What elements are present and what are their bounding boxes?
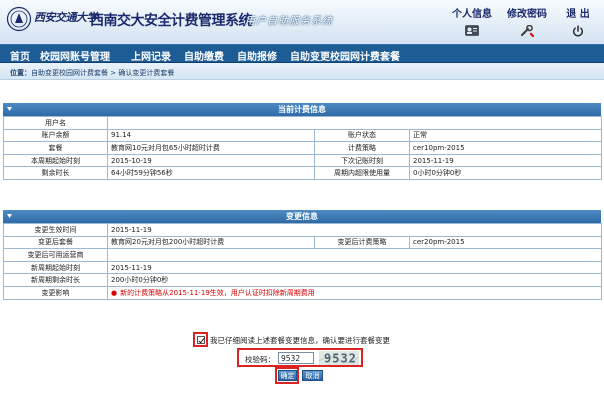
- field-value-username: [106, 116, 603, 130]
- field-value-remaining-time: 64小时59分钟56秒: [107, 166, 315, 180]
- nav-item-account[interactable]: 校园网账号管理: [40, 48, 110, 63]
- agree-row: 我已仔细阅读上述套餐变更信息，确认要进行套餐变更: [193, 332, 408, 347]
- nav-item-repair[interactable]: 自助报修: [237, 48, 277, 63]
- field-label: 周期内超限使用量: [314, 166, 410, 180]
- field-label: 变更后可用运营商: [3, 248, 108, 262]
- nav-item-payment[interactable]: 自助缴费: [184, 48, 224, 63]
- change-password-label: 修改密码: [507, 9, 547, 20]
- breadcrumb-path: 自助变更校园网计费套餐 > 确认变更计费套餐: [31, 69, 175, 77]
- table-row: 账户余额 91.14 账户状态 正常: [3, 128, 603, 143]
- table-row: 新周期起始时刻 2015-11-19: [3, 260, 603, 275]
- table-row: 剩余时长 64小时59分钟56秒 周期内超限使用量 0小时0分钟0秒: [3, 166, 603, 180]
- field-value-new-policy: cer20pm-2015: [408, 235, 603, 250]
- field-value-balance: 91.14: [107, 128, 315, 143]
- table-row: 变更影响 ● 新的计费策略从2015-11-19生效，用户认证时扣除新周期费用: [3, 285, 603, 300]
- school-emblem-icon: [6, 6, 32, 32]
- personal-info-label: 个人信息: [452, 9, 492, 20]
- field-value-impact: ● 新的计费策略从2015-11-19生效，用户认证时扣除新周期费用: [106, 285, 603, 300]
- field-value-new-remaining: 200小时0分钟0秒: [106, 273, 603, 287]
- field-value-policy: cer10pm-2015: [408, 141, 603, 155]
- change-info-table: 变更生效时间 2015-11-19 变更后套餐 教育网20元对月包200小时超时…: [3, 223, 603, 300]
- captcha-image[interactable]: 9532: [319, 351, 359, 365]
- field-label: 变更影响: [3, 285, 108, 300]
- captcha-image-text: 9532: [324, 352, 357, 366]
- field-label: 本周期起始时刻: [3, 153, 108, 168]
- field-label: 新周期剩余时长: [3, 273, 108, 287]
- app-header: 西安交通大学 西南交大安全计费管理系统 用户自助服务系统 个人信息 修改密码 退…: [0, 0, 604, 44]
- field-label: 变更后计费策略: [314, 235, 410, 250]
- field-label: 剩余时长: [3, 166, 108, 180]
- personal-info-link[interactable]: 个人信息: [448, 5, 496, 36]
- id-card-icon: [465, 25, 479, 36]
- field-value-operator: [106, 248, 603, 262]
- field-value-next-billing: 2015-11-19: [408, 153, 603, 168]
- captcha-row: 校验码： 9532: [237, 348, 363, 367]
- field-label: 新周期起始时刻: [3, 260, 108, 275]
- confirm-button[interactable]: 确定: [278, 370, 297, 381]
- field-label: 用户名: [3, 116, 108, 130]
- power-icon: [572, 25, 584, 37]
- field-label: 计费策略: [314, 141, 410, 155]
- main-nav: 首页 校园网账号管理 上网记录 自助缴费 自助报修 自助变更校园网计费套餐: [0, 44, 604, 63]
- school-name: 西安交通大学: [34, 11, 98, 24]
- table-row: 变更后套餐 教育网20元对月包200小时超时计费 变更后计费策略 cer20pm…: [3, 235, 603, 250]
- field-label: 账户余额: [3, 128, 108, 143]
- impact-text: 新的计费策略从2015-11-19生效，用户认证时扣除新周期费用: [120, 288, 315, 297]
- captcha-input[interactable]: [278, 352, 314, 364]
- change-info-header: 变更信息: [3, 210, 601, 223]
- field-value-plan: 教育网10元对月包65小时超时计费: [107, 141, 315, 155]
- table-row: 套餐 教育网10元对月包65小时超时计费 计费策略 cer10pm-2015: [3, 141, 603, 155]
- collapse-arrow-icon[interactable]: [7, 107, 12, 112]
- warning-bullet-icon: ●: [111, 288, 118, 297]
- nav-item-home[interactable]: 首页: [10, 48, 30, 63]
- system-subtitle: 用户自助服务系统: [245, 16, 333, 27]
- change-password-link[interactable]: 修改密码: [502, 5, 552, 37]
- field-value-period-start: 2015-10-19: [107, 153, 315, 168]
- logout-label: 退 出: [566, 9, 590, 20]
- field-value-new-plan: 教育网20元对月包200小时超时计费: [107, 235, 315, 250]
- cancel-button[interactable]: 取消: [302, 370, 323, 381]
- table-row: 变更后可用运营商: [3, 248, 603, 262]
- highlight-box: [193, 332, 208, 347]
- field-value-effective-time: 2015-11-19: [106, 223, 603, 237]
- field-label: 套餐: [3, 141, 108, 155]
- current-billing-title: 当前计费信息: [278, 105, 326, 114]
- current-billing-table: 用户名 账户余额 91.14 账户状态 正常 套餐 教育网10元对月包65小时超…: [3, 116, 603, 180]
- agree-checkbox[interactable]: [197, 336, 205, 344]
- captcha-label: 校验码：: [245, 355, 275, 364]
- wrench-icon: [520, 25, 534, 37]
- breadcrumb: 位置：自助变更校园网计费套餐 > 确认变更计费套餐: [0, 63, 604, 80]
- table-row: 本周期起始时刻 2015-10-19 下次记账时刻 2015-11-19: [3, 153, 603, 168]
- field-value-new-period-start: 2015-11-19: [106, 260, 603, 275]
- system-title: 西南交大安全计费管理系统: [90, 13, 253, 29]
- change-info-title: 变更信息: [286, 212, 318, 221]
- field-value-over-limit: 0小时0分钟0秒: [408, 166, 603, 180]
- field-label: 账户状态: [314, 128, 410, 143]
- field-label: 下次记账时刻: [314, 153, 410, 168]
- change-info-section: 变更信息 变更生效时间 2015-11-19 变更后套餐 教育网20元对月包20…: [3, 210, 603, 300]
- logout-link[interactable]: 退 出: [560, 5, 596, 37]
- current-billing-header: 当前计费信息: [3, 103, 601, 116]
- field-label: 变更后套餐: [3, 235, 108, 250]
- field-label: 变更生效时间: [3, 223, 108, 237]
- current-billing-section: 当前计费信息 用户名 账户余额 91.14 账户状态 正常 套餐 教育网10元对…: [3, 103, 603, 180]
- table-row: 变更生效时间 2015-11-19: [3, 223, 603, 237]
- breadcrumb-prefix: 位置：: [10, 69, 31, 77]
- collapse-arrow-icon[interactable]: [7, 214, 12, 219]
- table-row: 用户名: [3, 116, 603, 130]
- nav-item-change-plan[interactable]: 自助变更校园网计费套餐: [290, 48, 400, 63]
- table-row: 新周期剩余时长 200小时0分钟0秒: [3, 273, 603, 287]
- field-value-status: 正常: [408, 128, 603, 143]
- nav-item-records[interactable]: 上网记录: [131, 48, 171, 63]
- agree-text: 我已仔细阅读上述套餐变更信息，确认要进行套餐变更: [210, 336, 390, 345]
